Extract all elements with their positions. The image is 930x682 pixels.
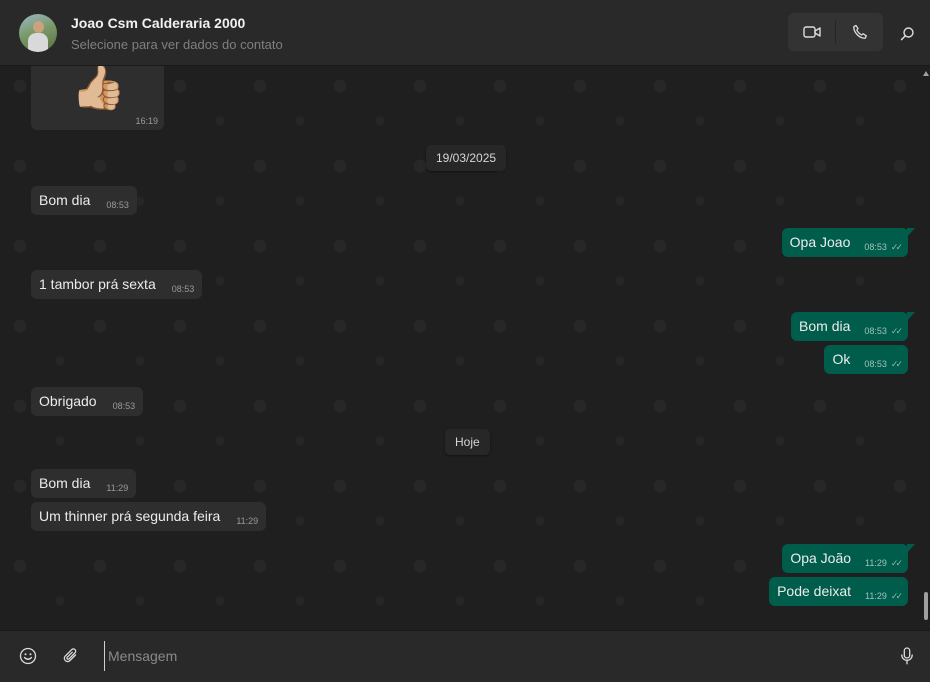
message-time: 08:53 — [106, 200, 129, 210]
attach-button[interactable] — [60, 644, 82, 668]
read-ticks-icon: ✓✓ — [890, 591, 903, 601]
message-text: Ok — [832, 351, 851, 367]
sticker-message[interactable]: 👍🏼 16:19 — [31, 66, 164, 130]
message-time: 11:29 — [106, 483, 129, 493]
message-text: Obrigado — [39, 393, 97, 409]
contact-name[interactable]: Joao Csm Calderaria 2000 — [71, 15, 245, 31]
read-ticks-icon: ✓✓ — [890, 558, 903, 568]
scroll-thumb[interactable] — [924, 592, 928, 620]
bubble-tail — [907, 544, 915, 553]
message-text: Bom dia — [799, 318, 851, 334]
video-call-button[interactable] — [788, 13, 835, 51]
bubble-tail — [907, 312, 915, 321]
message-text: Um thinner prá segunda feira — [39, 508, 221, 524]
call-button-group — [788, 13, 883, 51]
date-separator: Hoje — [445, 429, 490, 455]
message-time: 11:29 ✓✓ — [865, 591, 903, 601]
phone-icon — [852, 24, 867, 39]
message-time: 08:53 ✓✓ — [864, 326, 903, 336]
message-composer — [0, 630, 930, 682]
video-camera-icon — [802, 26, 821, 38]
outgoing-message[interactable]: Pode deixat 11:29 ✓✓ — [769, 577, 908, 606]
incoming-message[interactable]: Bom dia 11:29 — [31, 469, 137, 498]
avatar-head-shape — [33, 21, 44, 33]
contact-avatar[interactable] — [19, 14, 57, 52]
message-time: 08:53 ✓✓ — [864, 242, 903, 252]
chat-scrollbar[interactable] — [922, 66, 930, 630]
read-ticks-icon: ✓✓ — [890, 359, 903, 369]
outgoing-message[interactable]: Opa João 11:29 ✓✓ — [782, 544, 915, 573]
message-text: Opa João — [790, 550, 852, 566]
message-time: 11:29 ✓✓ — [865, 558, 903, 568]
read-ticks-icon: ✓✓ — [890, 326, 903, 336]
outgoing-message[interactable]: Ok 08:53 ✓✓ — [824, 345, 908, 374]
search-icon — [900, 26, 914, 40]
avatar-torso-shape — [28, 33, 48, 52]
incoming-message[interactable]: Um thinner prá segunda feira 11:29 — [31, 502, 267, 531]
bubble-tail — [907, 228, 915, 237]
smiley-icon — [19, 647, 37, 665]
outgoing-message[interactable]: Bom dia 08:53 ✓✓ — [791, 312, 915, 341]
message-time: 08:53 — [112, 401, 136, 411]
voice-call-button[interactable] — [836, 13, 883, 51]
contact-subtitle[interactable]: Selecione para ver dados do contato — [71, 37, 283, 52]
read-ticks-icon: ✓✓ — [890, 242, 903, 252]
incoming-message[interactable]: Obrigado 08:53 — [31, 387, 144, 416]
outgoing-message[interactable]: Opa Joao 08:53 ✓✓ — [781, 228, 915, 257]
message-text: Bom dia — [39, 192, 91, 208]
message-time: 11:29 — [236, 516, 259, 526]
thumbs-up-sticker: 👍🏼 — [71, 66, 126, 112]
message-time: 16:19 — [135, 116, 158, 126]
chat-header[interactable]: Joao Csm Calderaria 2000 Selecione para … — [0, 0, 930, 66]
message-input[interactable] — [104, 641, 868, 671]
message-time: 08:53 ✓✓ — [864, 359, 903, 369]
date-separator: 19/03/2025 — [426, 145, 507, 171]
microphone-icon — [901, 647, 913, 665]
message-text: 1 tambor prá sexta — [39, 276, 156, 292]
search-chat-button[interactable] — [893, 20, 921, 46]
incoming-message[interactable]: 1 tambor prá sexta 08:53 — [31, 270, 203, 299]
incoming-message[interactable]: Bom dia 08:53 — [31, 186, 137, 215]
message-text: Opa Joao — [789, 234, 851, 250]
message-text: Pode deixat — [777, 583, 852, 599]
message-text: Bom dia — [39, 475, 91, 491]
message-list[interactable]: 👍🏼 16:19 19/03/2025 Bom dia 08:53 Opa Joa… — [0, 66, 930, 630]
scroll-up-arrow-icon[interactable] — [923, 71, 929, 76]
emoji-button[interactable] — [17, 644, 39, 668]
voice-message-button[interactable] — [896, 644, 918, 668]
paperclip-icon — [63, 648, 77, 663]
message-time: 08:53 — [171, 284, 195, 294]
